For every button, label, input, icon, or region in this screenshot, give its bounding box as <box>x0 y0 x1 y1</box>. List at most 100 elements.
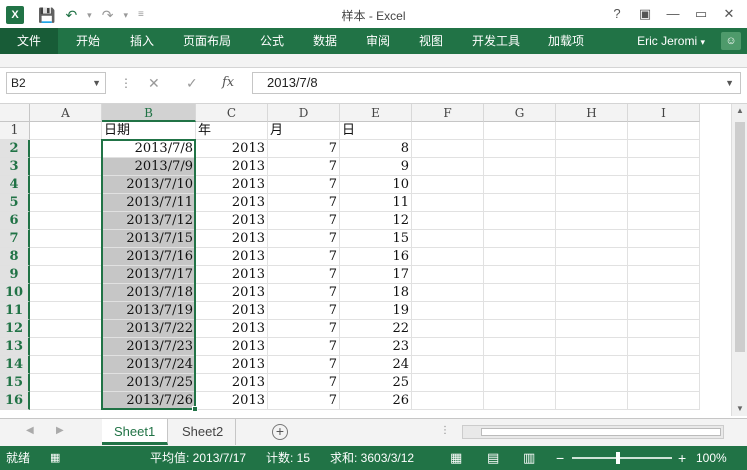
cell-g9[interactable] <box>484 266 556 284</box>
cell-f9[interactable] <box>412 266 484 284</box>
cell-c1[interactable]: 年 <box>196 122 268 140</box>
column-header-h[interactable]: H <box>556 104 628 122</box>
cell-i15[interactable] <box>628 374 700 392</box>
cell-e10[interactable]: 18 <box>340 284 412 302</box>
cell-i16[interactable] <box>628 392 700 410</box>
tab-formulas[interactable]: 公式 <box>260 28 284 54</box>
cell-g3[interactable] <box>484 158 556 176</box>
cell-b14[interactable]: 2013/7/24 <box>102 356 196 374</box>
cell-b10[interactable]: 2013/7/18 <box>102 284 196 302</box>
column-header-c[interactable]: C <box>196 104 268 122</box>
row-header-16[interactable]: 16 <box>0 392 30 410</box>
scroll-up-icon[interactable]: ▲ <box>732 104 747 118</box>
cell-g8[interactable] <box>484 248 556 266</box>
cell-b7[interactable]: 2013/7/15 <box>102 230 196 248</box>
cell-d7[interactable]: 7 <box>268 230 340 248</box>
tab-file[interactable]: 文件 <box>0 28 58 54</box>
cell-h11[interactable] <box>556 302 628 320</box>
column-header-f[interactable]: F <box>412 104 484 122</box>
cell-h5[interactable] <box>556 194 628 212</box>
cell-b6[interactable]: 2013/7/12 <box>102 212 196 230</box>
cell-d15[interactable]: 7 <box>268 374 340 392</box>
macro-record-icon[interactable]: ▦ <box>50 446 60 470</box>
page-break-view-icon[interactable]: ▥ <box>523 446 535 470</box>
cell-e13[interactable]: 23 <box>340 338 412 356</box>
cell-c5[interactable]: 2013 <box>196 194 268 212</box>
cell-b15[interactable]: 2013/7/25 <box>102 374 196 392</box>
cell-a4[interactable] <box>30 176 102 194</box>
tab-review[interactable]: 审阅 <box>366 28 390 54</box>
cell-d12[interactable]: 7 <box>268 320 340 338</box>
cell-g2[interactable] <box>484 140 556 158</box>
column-header-g[interactable]: G <box>484 104 556 122</box>
cell-f4[interactable] <box>412 176 484 194</box>
cell-d6[interactable]: 7 <box>268 212 340 230</box>
cell-d14[interactable]: 7 <box>268 356 340 374</box>
cell-d10[interactable]: 7 <box>268 284 340 302</box>
cell-a15[interactable] <box>30 374 102 392</box>
tab-view[interactable]: 视图 <box>419 28 443 54</box>
cell-a9[interactable] <box>30 266 102 284</box>
cell-a12[interactable] <box>30 320 102 338</box>
add-sheet-button[interactable]: + <box>272 424 288 440</box>
row-header-8[interactable]: 8 <box>0 248 30 266</box>
cell-b1[interactable]: 日期 <box>102 122 196 140</box>
cell-h3[interactable] <box>556 158 628 176</box>
cell-i14[interactable] <box>628 356 700 374</box>
zoom-slider[interactable] <box>572 457 672 459</box>
cell-f14[interactable] <box>412 356 484 374</box>
ribbon-display-icon[interactable]: ▣ <box>631 4 659 24</box>
cell-e14[interactable]: 24 <box>340 356 412 374</box>
row-header-11[interactable]: 11 <box>0 302 30 320</box>
cell-c13[interactable]: 2013 <box>196 338 268 356</box>
cell-g4[interactable] <box>484 176 556 194</box>
cell-b4[interactable]: 2013/7/10 <box>102 176 196 194</box>
cell-e16[interactable]: 26 <box>340 392 412 410</box>
cell-c10[interactable]: 2013 <box>196 284 268 302</box>
cell-b12[interactable]: 2013/7/22 <box>102 320 196 338</box>
cell-b2[interactable]: 2013/7/8 <box>102 140 196 158</box>
cell-f11[interactable] <box>412 302 484 320</box>
cell-g1[interactable] <box>484 122 556 140</box>
row-header-2[interactable]: 2 <box>0 140 30 158</box>
cell-h15[interactable] <box>556 374 628 392</box>
cell-e7[interactable]: 15 <box>340 230 412 248</box>
sheet-tab-sheet2[interactable]: Sheet2 <box>170 419 237 445</box>
normal-view-icon[interactable]: ▦ <box>450 446 462 470</box>
cell-a16[interactable] <box>30 392 102 410</box>
row-header-15[interactable]: 15 <box>0 374 30 392</box>
cell-f2[interactable] <box>412 140 484 158</box>
prev-sheet-icon[interactable]: ◀ <box>26 425 34 436</box>
row-header-12[interactable]: 12 <box>0 320 30 338</box>
cell-b5[interactable]: 2013/7/11 <box>102 194 196 212</box>
row-header-1[interactable]: 1 <box>0 122 30 140</box>
zoom-in-button[interactable]: + <box>678 446 686 470</box>
cell-e8[interactable]: 16 <box>340 248 412 266</box>
cell-c4[interactable]: 2013 <box>196 176 268 194</box>
row-header-4[interactable]: 4 <box>0 176 30 194</box>
cell-f3[interactable] <box>412 158 484 176</box>
cell-c2[interactable]: 2013 <box>196 140 268 158</box>
cell-i7[interactable] <box>628 230 700 248</box>
cell-f6[interactable] <box>412 212 484 230</box>
cell-f8[interactable] <box>412 248 484 266</box>
column-header-b[interactable]: B <box>102 104 196 122</box>
cell-f15[interactable] <box>412 374 484 392</box>
cell-i8[interactable] <box>628 248 700 266</box>
cell-e11[interactable]: 19 <box>340 302 412 320</box>
vertical-scroll-thumb[interactable] <box>735 122 745 352</box>
zoom-out-button[interactable]: − <box>556 446 564 470</box>
cell-a6[interactable] <box>30 212 102 230</box>
cell-a2[interactable] <box>30 140 102 158</box>
cell-h7[interactable] <box>556 230 628 248</box>
cell-a13[interactable] <box>30 338 102 356</box>
cell-f5[interactable] <box>412 194 484 212</box>
column-header-a[interactable]: A <box>30 104 102 122</box>
cell-c8[interactable]: 2013 <box>196 248 268 266</box>
cell-e12[interactable]: 22 <box>340 320 412 338</box>
cell-c16[interactable]: 2013 <box>196 392 268 410</box>
row-header-3[interactable]: 3 <box>0 158 30 176</box>
cell-d11[interactable]: 7 <box>268 302 340 320</box>
cell-h6[interactable] <box>556 212 628 230</box>
cell-g15[interactable] <box>484 374 556 392</box>
